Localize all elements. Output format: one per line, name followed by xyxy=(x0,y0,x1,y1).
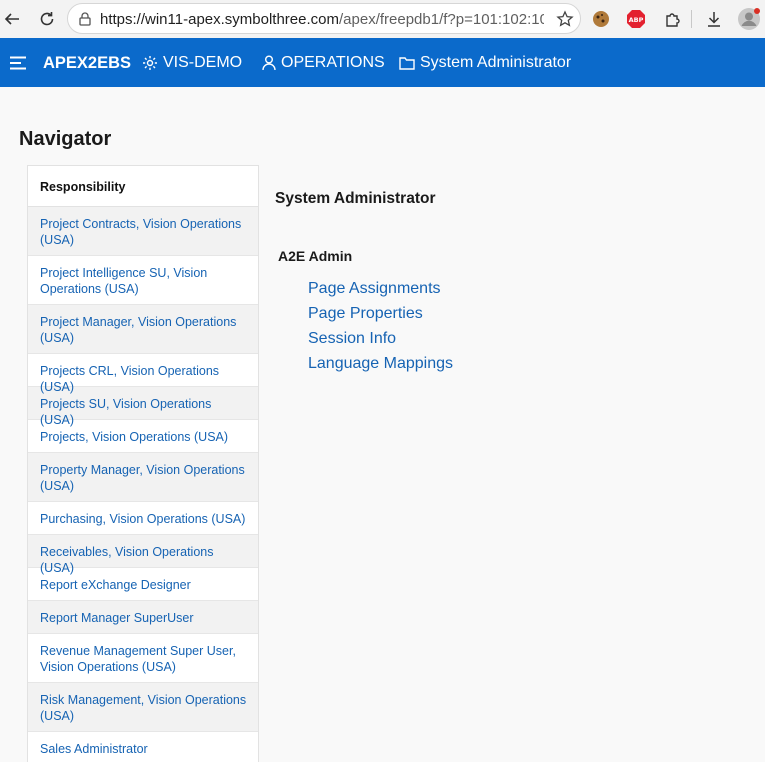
app-title[interactable]: APEX2EBS xyxy=(43,54,131,73)
responsibility-column-header: Responsibility xyxy=(28,166,258,207)
responsibility-link[interactable]: Risk Management, Vision Operations (USA) xyxy=(28,683,258,732)
extensions-puzzle-icon[interactable] xyxy=(662,8,684,30)
reload-icon[interactable] xyxy=(36,8,58,30)
menu-link-page-assignments[interactable]: Page Assignments xyxy=(308,280,453,305)
app-header: APEX2EBS VIS-DEMO OPERATIONS System Admi… xyxy=(0,38,765,87)
bookmark-star-icon[interactable] xyxy=(556,10,574,33)
menu-link-page-properties[interactable]: Page Properties xyxy=(308,305,453,330)
responsibility-link[interactable]: Project Manager, Vision Operations (USA) xyxy=(28,305,258,354)
address-bar[interactable]: https://win11-apex.symbolthree.com/apex/… xyxy=(67,3,581,34)
responsibility-link[interactable]: Sales Administrator xyxy=(28,732,258,762)
responsibility-link[interactable]: Revenue Management Super User, Vision Op… xyxy=(28,634,258,683)
user-icon xyxy=(262,55,276,71)
responsibility-link[interactable]: Receivables, Vision Operations (USA) xyxy=(28,535,258,575)
folder-icon xyxy=(399,56,415,70)
url-host: https://win11-apex.symbolthree.com xyxy=(100,11,339,28)
responsibility-link[interactable]: Purchasing, Vision Operations (USA) xyxy=(28,502,258,535)
responsibility-menu[interactable]: System Administrator xyxy=(399,54,571,72)
svg-text:ABP: ABP xyxy=(629,16,644,24)
toolbar-divider xyxy=(691,10,692,28)
menu-link-session-info[interactable]: Session Info xyxy=(308,330,453,355)
user-label: OPERATIONS xyxy=(281,54,385,71)
download-icon[interactable] xyxy=(703,8,725,30)
site-info-icon[interactable] xyxy=(77,11,93,32)
instance-label: VIS-DEMO xyxy=(163,54,243,71)
responsibility-link[interactable]: Report Manager SuperUser xyxy=(28,601,258,634)
profile-avatar-icon[interactable] xyxy=(738,8,760,30)
function-menu-list: Page Assignments Page Properties Session… xyxy=(308,280,453,380)
browser-toolbar: https://win11-apex.symbolthree.com/apex/… xyxy=(0,0,765,38)
cookie-extension-icon[interactable] xyxy=(590,8,612,30)
user-menu[interactable]: OPERATIONS xyxy=(262,54,385,72)
responsibility-link[interactable]: Projects CRL, Vision Operations (USA) xyxy=(28,354,258,394)
menu-group-title: A2E Admin xyxy=(278,248,353,264)
back-icon[interactable] xyxy=(1,8,23,30)
responsibility-link[interactable]: Project Contracts, Vision Operations (US… xyxy=(28,207,258,256)
url-path: /apex/freepdb1/f?p=101:102:103... xyxy=(339,11,544,28)
responsibility-label: System Administrator xyxy=(420,54,572,71)
instance-menu[interactable]: VIS-DEMO xyxy=(142,54,242,72)
section-title: System Administrator xyxy=(275,190,436,207)
adblock-extension-icon[interactable]: ABP xyxy=(625,8,647,30)
responsibility-list: Responsibility Project Contracts, Vision… xyxy=(27,165,259,762)
menu-link-language-mappings[interactable]: Language Mappings xyxy=(308,355,453,380)
responsibility-link[interactable]: Project Intelligence SU, Vision Operatio… xyxy=(28,256,258,305)
responsibility-link[interactable]: Property Manager, Vision Operations (USA… xyxy=(28,453,258,502)
hamburger-menu-icon[interactable] xyxy=(10,56,28,75)
url-text: https://win11-apex.symbolthree.com/apex/… xyxy=(100,11,544,28)
gear-icon xyxy=(142,55,158,71)
page-title: Navigator xyxy=(19,128,112,150)
